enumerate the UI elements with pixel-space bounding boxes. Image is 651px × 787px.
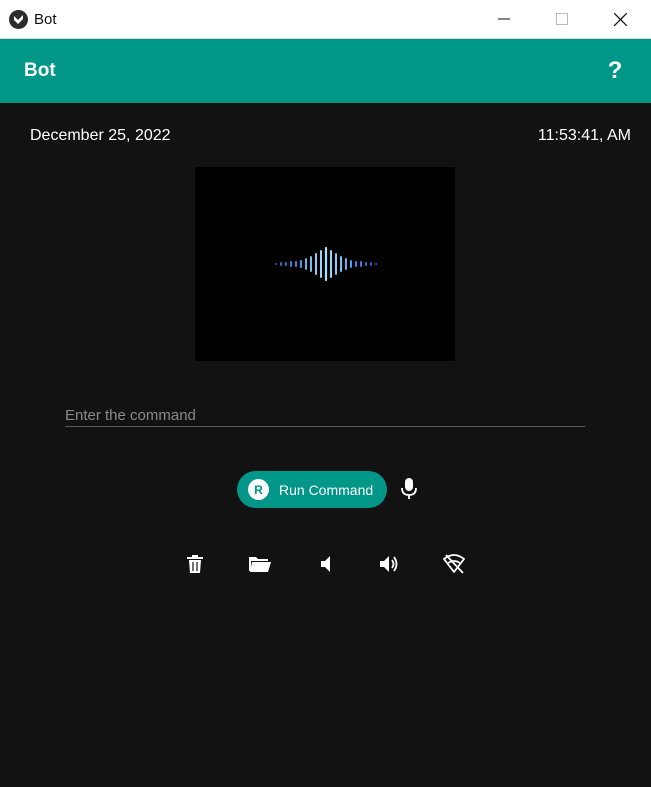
volume-up-button[interactable]: [376, 550, 404, 578]
volume-mute-icon: [321, 556, 330, 572]
clear-button[interactable]: [181, 550, 209, 578]
microphone-icon: [401, 478, 417, 499]
sound-wave-icon: [275, 246, 377, 282]
date-label: December 25, 2022: [30, 127, 171, 144]
wifi-off-button[interactable]: [440, 550, 468, 578]
volume-down-button[interactable]: [312, 550, 340, 578]
microphone-button[interactable]: [396, 476, 422, 502]
window-title: Bot: [34, 11, 57, 28]
run-command-icon: R: [248, 479, 269, 500]
wifi-off-icon: [443, 554, 465, 574]
window-titlebar: Bot: [0, 0, 651, 39]
open-folder-button[interactable]: [246, 550, 274, 578]
app-toolbar: Bot ?: [0, 39, 651, 103]
volume-up-icon: [380, 556, 398, 572]
command-input[interactable]: [65, 404, 585, 427]
help-button[interactable]: ?: [600, 55, 630, 87]
time-label: 11:53:41, AM: [537, 127, 631, 144]
run-command-label: Run Command: [279, 481, 374, 498]
trash-icon: [187, 555, 203, 573]
voice-visualizer: [195, 167, 455, 361]
minimize-icon: [498, 18, 510, 20]
folder-open-icon: [249, 557, 271, 572]
minimize-button[interactable]: [475, 0, 533, 38]
close-icon: [613, 12, 627, 26]
run-command-button[interactable]: R Run Command: [237, 471, 387, 508]
app-title: Bot: [24, 60, 56, 81]
maximize-icon: [556, 13, 568, 25]
close-button[interactable]: [591, 0, 649, 38]
maximize-button[interactable]: [533, 0, 591, 38]
app-logo-icon: [9, 10, 28, 29]
